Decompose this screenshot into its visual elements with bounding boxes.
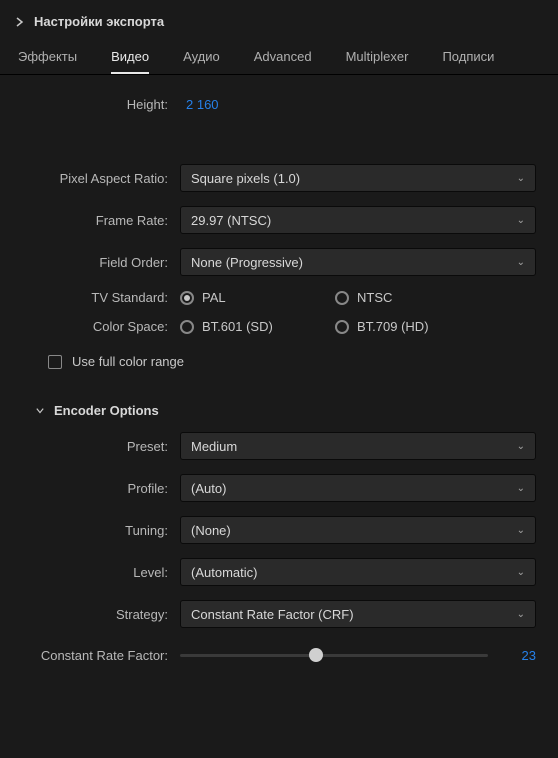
profile-label: Profile: — [22, 481, 180, 496]
color-space-label: Color Space: — [22, 319, 180, 334]
tab-effects[interactable]: Эффекты — [18, 49, 77, 74]
pixel-aspect-value: Square pixels (1.0) — [191, 171, 300, 186]
crf-value[interactable]: 23 — [506, 648, 536, 663]
chevron-down-icon: ⌄ — [517, 441, 525, 452]
pixel-aspect-dropdown[interactable]: Square pixels (1.0) ⌄ — [180, 164, 536, 192]
slider-track-line — [180, 654, 488, 657]
radio-label: NTSC — [357, 290, 392, 305]
tuning-row: Tuning: (None) ⌄ — [22, 516, 536, 544]
strategy-dropdown[interactable]: Constant Rate Factor (CRF) ⌄ — [180, 600, 536, 628]
height-label: Height: — [22, 97, 180, 112]
profile-value: (Auto) — [191, 481, 226, 496]
field-order-dropdown[interactable]: None (Progressive) ⌄ — [180, 248, 536, 276]
profile-row: Profile: (Auto) ⌄ — [22, 474, 536, 502]
preset-dropdown[interactable]: Medium ⌄ — [180, 432, 536, 460]
level-row: Level: (Automatic) ⌄ — [22, 558, 536, 586]
tv-standard-row: TV Standard: PAL NTSC — [22, 290, 536, 305]
field-order-row: Field Order: None (Progressive) ⌄ — [22, 248, 536, 276]
tv-standard-label: TV Standard: — [22, 290, 180, 305]
chevron-down-icon: ⌄ — [517, 567, 525, 578]
radio-icon — [180, 291, 194, 305]
tuning-dropdown[interactable]: (None) ⌄ — [180, 516, 536, 544]
frame-rate-value: 29.97 (NTSC) — [191, 213, 271, 228]
color-space-row: Color Space: BT.601 (SD) BT.709 (HD) — [22, 319, 536, 334]
video-settings-content: Height: 2 160 Pixel Aspect Ratio: Square… — [0, 75, 558, 702]
tab-video[interactable]: Видео — [111, 49, 149, 74]
slider-thumb[interactable] — [309, 648, 323, 662]
height-row: Height: 2 160 — [22, 97, 536, 112]
tv-standard-pal-radio[interactable]: PAL — [180, 290, 335, 305]
radio-icon — [335, 291, 349, 305]
tab-audio[interactable]: Аудио — [183, 49, 220, 74]
radio-label: BT.601 (SD) — [202, 319, 273, 334]
color-space-709-radio[interactable]: BT.709 (HD) — [335, 319, 490, 334]
color-space-601-radio[interactable]: BT.601 (SD) — [180, 319, 335, 334]
tab-advanced[interactable]: Advanced — [254, 49, 312, 74]
crf-row: Constant Rate Factor: 23 — [22, 646, 536, 664]
strategy-label: Strategy: — [22, 607, 180, 622]
strategy-row: Strategy: Constant Rate Factor (CRF) ⌄ — [22, 600, 536, 628]
checkbox-icon — [48, 355, 62, 369]
chevron-down-icon: ⌄ — [517, 257, 525, 268]
encoder-options-header[interactable]: Encoder Options — [36, 403, 536, 418]
tab-multiplexer[interactable]: Multiplexer — [346, 49, 409, 74]
pixel-aspect-label: Pixel Aspect Ratio: — [22, 171, 180, 186]
radio-label: BT.709 (HD) — [357, 319, 429, 334]
frame-rate-row: Frame Rate: 29.97 (NTSC) ⌄ — [22, 206, 536, 234]
chevron-down-icon: ⌄ — [517, 525, 525, 536]
radio-icon — [335, 320, 349, 334]
tv-standard-ntsc-radio[interactable]: NTSC — [335, 290, 490, 305]
tuning-label: Tuning: — [22, 523, 180, 538]
tab-bar: Эффекты Видео Аудио Advanced Multiplexer… — [0, 37, 558, 75]
full-color-range-checkbox[interactable]: Use full color range — [48, 354, 536, 369]
level-value: (Automatic) — [191, 565, 257, 580]
crf-slider[interactable] — [180, 646, 488, 664]
height-value[interactable]: 2 160 — [180, 97, 219, 112]
frame-rate-dropdown[interactable]: 29.97 (NTSC) ⌄ — [180, 206, 536, 234]
strategy-value: Constant Rate Factor (CRF) — [191, 607, 354, 622]
chevron-down-icon: ⌄ — [517, 173, 525, 184]
preset-row: Preset: Medium ⌄ — [22, 432, 536, 460]
chevron-down-icon: ⌄ — [517, 609, 525, 620]
preset-label: Preset: — [22, 439, 180, 454]
pixel-aspect-row: Pixel Aspect Ratio: Square pixels (1.0) … — [22, 164, 536, 192]
level-label: Level: — [22, 565, 180, 580]
chevron-down-icon: ⌄ — [517, 215, 525, 226]
tuning-value: (None) — [191, 523, 231, 538]
preset-value: Medium — [191, 439, 237, 454]
radio-icon — [180, 320, 194, 334]
profile-dropdown[interactable]: (Auto) ⌄ — [180, 474, 536, 502]
panel-title: Настройки экспорта — [34, 14, 164, 29]
field-order-label: Field Order: — [22, 255, 180, 270]
chevron-down-icon — [36, 407, 44, 415]
chevron-down-icon: ⌄ — [517, 483, 525, 494]
level-dropdown[interactable]: (Automatic) ⌄ — [180, 558, 536, 586]
chevron-right-icon — [16, 18, 24, 26]
radio-label: PAL — [202, 290, 226, 305]
field-order-value: None (Progressive) — [191, 255, 303, 270]
section-title: Encoder Options — [54, 403, 159, 418]
export-settings-header[interactable]: Настройки экспорта — [0, 0, 558, 37]
crf-label: Constant Rate Factor: — [22, 648, 180, 663]
checkbox-label: Use full color range — [72, 354, 184, 369]
tab-captions[interactable]: Подписи — [442, 49, 494, 74]
frame-rate-label: Frame Rate: — [22, 213, 180, 228]
